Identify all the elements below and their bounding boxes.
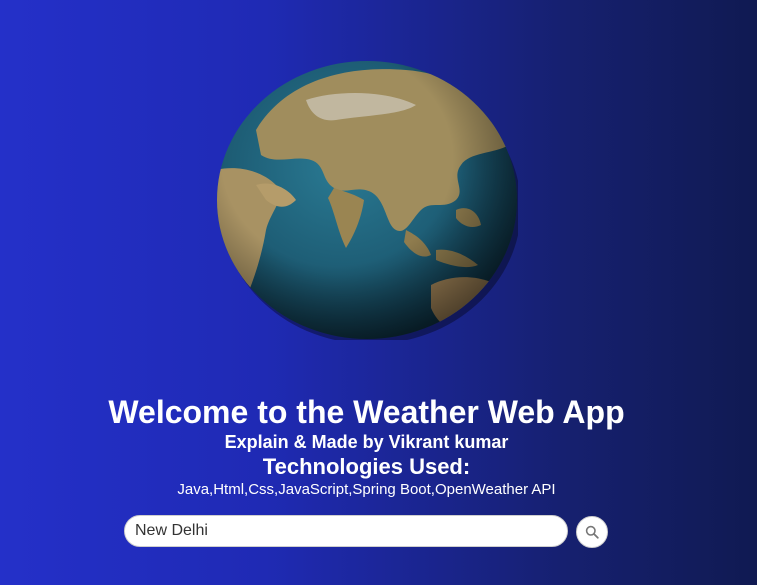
technologies-heading: Technologies Used: xyxy=(262,454,471,479)
city-search-input[interactable] xyxy=(124,515,568,547)
search-icon xyxy=(585,525,599,539)
page-subtitle: Explain & Made by Vikrant kumar xyxy=(224,432,509,452)
earth-globe-icon xyxy=(216,60,518,340)
technologies-list: Java,Html,Css,JavaScript,Spring Boot,Ope… xyxy=(177,481,556,498)
search-button[interactable] xyxy=(576,516,608,548)
page-title: Welcome to the Weather Web App xyxy=(108,394,625,430)
